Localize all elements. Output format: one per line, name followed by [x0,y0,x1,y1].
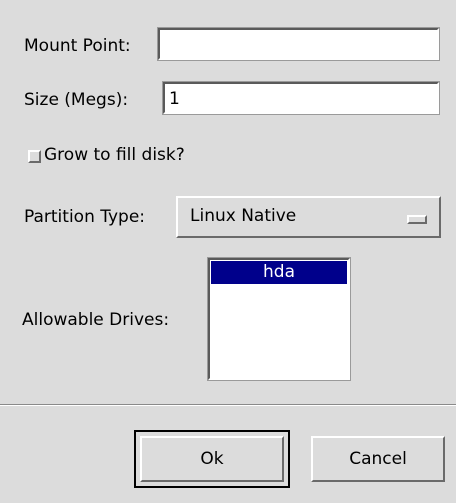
edit-partition-dialog: Mount Point: Size (Megs): Grow to fill d… [0,0,456,503]
size-input[interactable] [162,81,440,115]
mount-point-input[interactable] [157,27,440,61]
size-label: Size (Megs): [24,90,129,110]
partition-type-value: Linux Native [190,206,297,226]
partition-type-option-menu[interactable]: Linux Native [176,196,441,238]
allowable-drives-list[interactable]: hda [207,257,351,381]
cancel-button[interactable]: Cancel [311,436,445,482]
partition-type-label: Partition Type: [24,207,146,227]
allowable-drives-label: Allowable Drives: [22,310,170,330]
drive-list-item-hda[interactable]: hda [211,261,347,284]
grow-to-fill-checkbox[interactable]: Grow to fill disk? [28,144,238,168]
grow-to-fill-label: Grow to fill disk? [44,145,185,165]
mount-point-label: Mount Point: [24,36,131,56]
dialog-separator [0,404,456,406]
option-menu-indicator-icon [407,215,427,224]
checkbox-indicator[interactable] [28,150,41,163]
ok-button[interactable]: Ok [140,436,284,482]
